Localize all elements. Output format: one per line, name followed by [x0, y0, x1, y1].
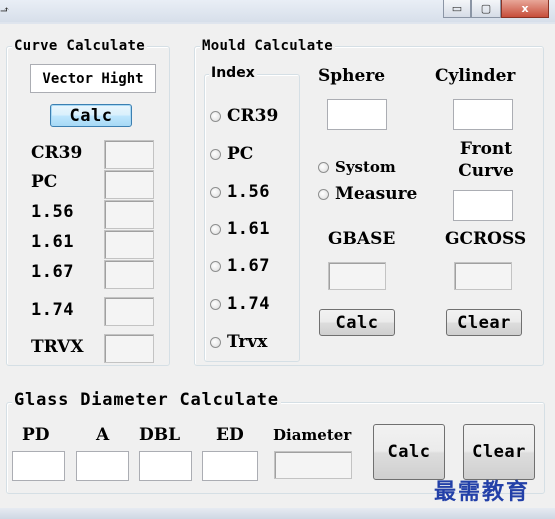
mould-calculate-title: Mould Calculate [200, 38, 335, 54]
diameter-calc-button[interactable]: Calc [373, 424, 445, 480]
radio-circle-icon [210, 260, 221, 272]
mould-calc-button[interactable]: Calc [319, 309, 395, 336]
front-curve-label: Front Curve [458, 139, 514, 181]
radio-circle-icon [210, 148, 221, 160]
mode-radio-measure[interactable]: Measure [318, 184, 417, 204]
index-option-label: PC [227, 144, 254, 164]
curve-label-167: 1.67 [31, 262, 74, 282]
gbase-label: GBASE [328, 229, 396, 249]
index-radio-trvx[interactable]: Trvx [210, 332, 267, 352]
app-icon: ⬏ [0, 3, 10, 16]
curve-label-cr39: CR39 [31, 143, 83, 163]
curve-value-trvx [104, 334, 154, 363]
gcross-label: GCROSS [445, 229, 527, 249]
curve-value-167 [104, 260, 154, 289]
ed-input[interactable] [202, 451, 258, 481]
radio-circle-icon [318, 188, 329, 200]
curve-label-156: 1.56 [31, 202, 74, 222]
index-radio-167[interactable]: 1.67 [210, 256, 270, 276]
index-radio-161[interactable]: 1.61 [210, 219, 270, 239]
index-radio-156[interactable]: 1.56 [210, 182, 270, 202]
index-option-label: 1.56 [227, 182, 270, 202]
curve-label-trvx: TRVX [31, 337, 84, 357]
curve-value-161 [104, 230, 154, 259]
sphere-label: Sphere [318, 66, 386, 86]
curve-value-174 [104, 297, 154, 326]
window-bottom-edge [0, 508, 555, 519]
curve-calculate-title: Curve Calculate [12, 38, 147, 54]
close-button[interactable]: x [501, 0, 549, 18]
dbl-input[interactable] [139, 451, 192, 481]
curve-value-156 [104, 200, 154, 229]
cylinder-label: Cylinder [435, 66, 516, 86]
sphere-input[interactable] [327, 99, 387, 130]
index-option-label: 1.74 [227, 294, 270, 314]
front-curve-input[interactable] [453, 190, 513, 221]
minimize-button[interactable]: ▭ [443, 0, 471, 18]
watermark-text: 最需教育 [434, 480, 531, 505]
diameter-output [274, 451, 352, 479]
curve-calc-button[interactable]: Calc [50, 104, 132, 127]
diameter-clear-button[interactable]: Clear [463, 424, 535, 480]
index-radio-cr39[interactable]: CR39 [210, 106, 278, 126]
dbl-label: DBL [139, 425, 181, 445]
maximize-button[interactable]: ▢ [471, 0, 501, 18]
index-option-label: 1.67 [227, 256, 270, 276]
radio-circle-icon [318, 161, 329, 173]
index-radio-174[interactable]: 1.74 [210, 294, 270, 314]
radio-circle-icon [210, 110, 221, 122]
mode-display-field: Vector Hight [30, 64, 156, 93]
curve-value-cr39 [104, 140, 154, 169]
mode-radio-systom[interactable]: Systom [318, 157, 396, 177]
curve-label-174: 1.74 [31, 300, 74, 320]
pd-label: PD [22, 425, 50, 445]
radio-circle-icon [210, 298, 221, 310]
mode-option-label: Measure [335, 184, 418, 204]
gcross-output [454, 262, 512, 290]
index-option-label: 1.61 [227, 219, 270, 239]
a-label: A [96, 425, 110, 445]
a-input[interactable] [76, 451, 129, 481]
mode-option-label: Systom [335, 158, 396, 176]
index-title: Index [209, 65, 257, 81]
radio-circle-icon [210, 336, 221, 348]
index-option-label: CR39 [227, 106, 279, 126]
index-option-label: Trvx [227, 332, 268, 352]
radio-circle-icon [210, 186, 221, 198]
curve-label-161: 1.61 [31, 232, 74, 252]
diameter-label: Diameter [273, 426, 352, 444]
title-bar-edge [0, 22, 555, 24]
radio-circle-icon [210, 223, 221, 235]
ed-label: ED [216, 425, 244, 445]
curve-label-pc: PC [31, 172, 58, 192]
curve-value-pc [104, 170, 154, 199]
cylinder-input[interactable] [453, 99, 513, 130]
gbase-output [328, 262, 386, 290]
glass-diameter-title: Glass Diameter Calculate [12, 390, 281, 410]
pd-input[interactable] [12, 451, 65, 481]
mould-clear-button[interactable]: Clear [446, 309, 522, 336]
index-radio-pc[interactable]: PC [210, 144, 253, 164]
